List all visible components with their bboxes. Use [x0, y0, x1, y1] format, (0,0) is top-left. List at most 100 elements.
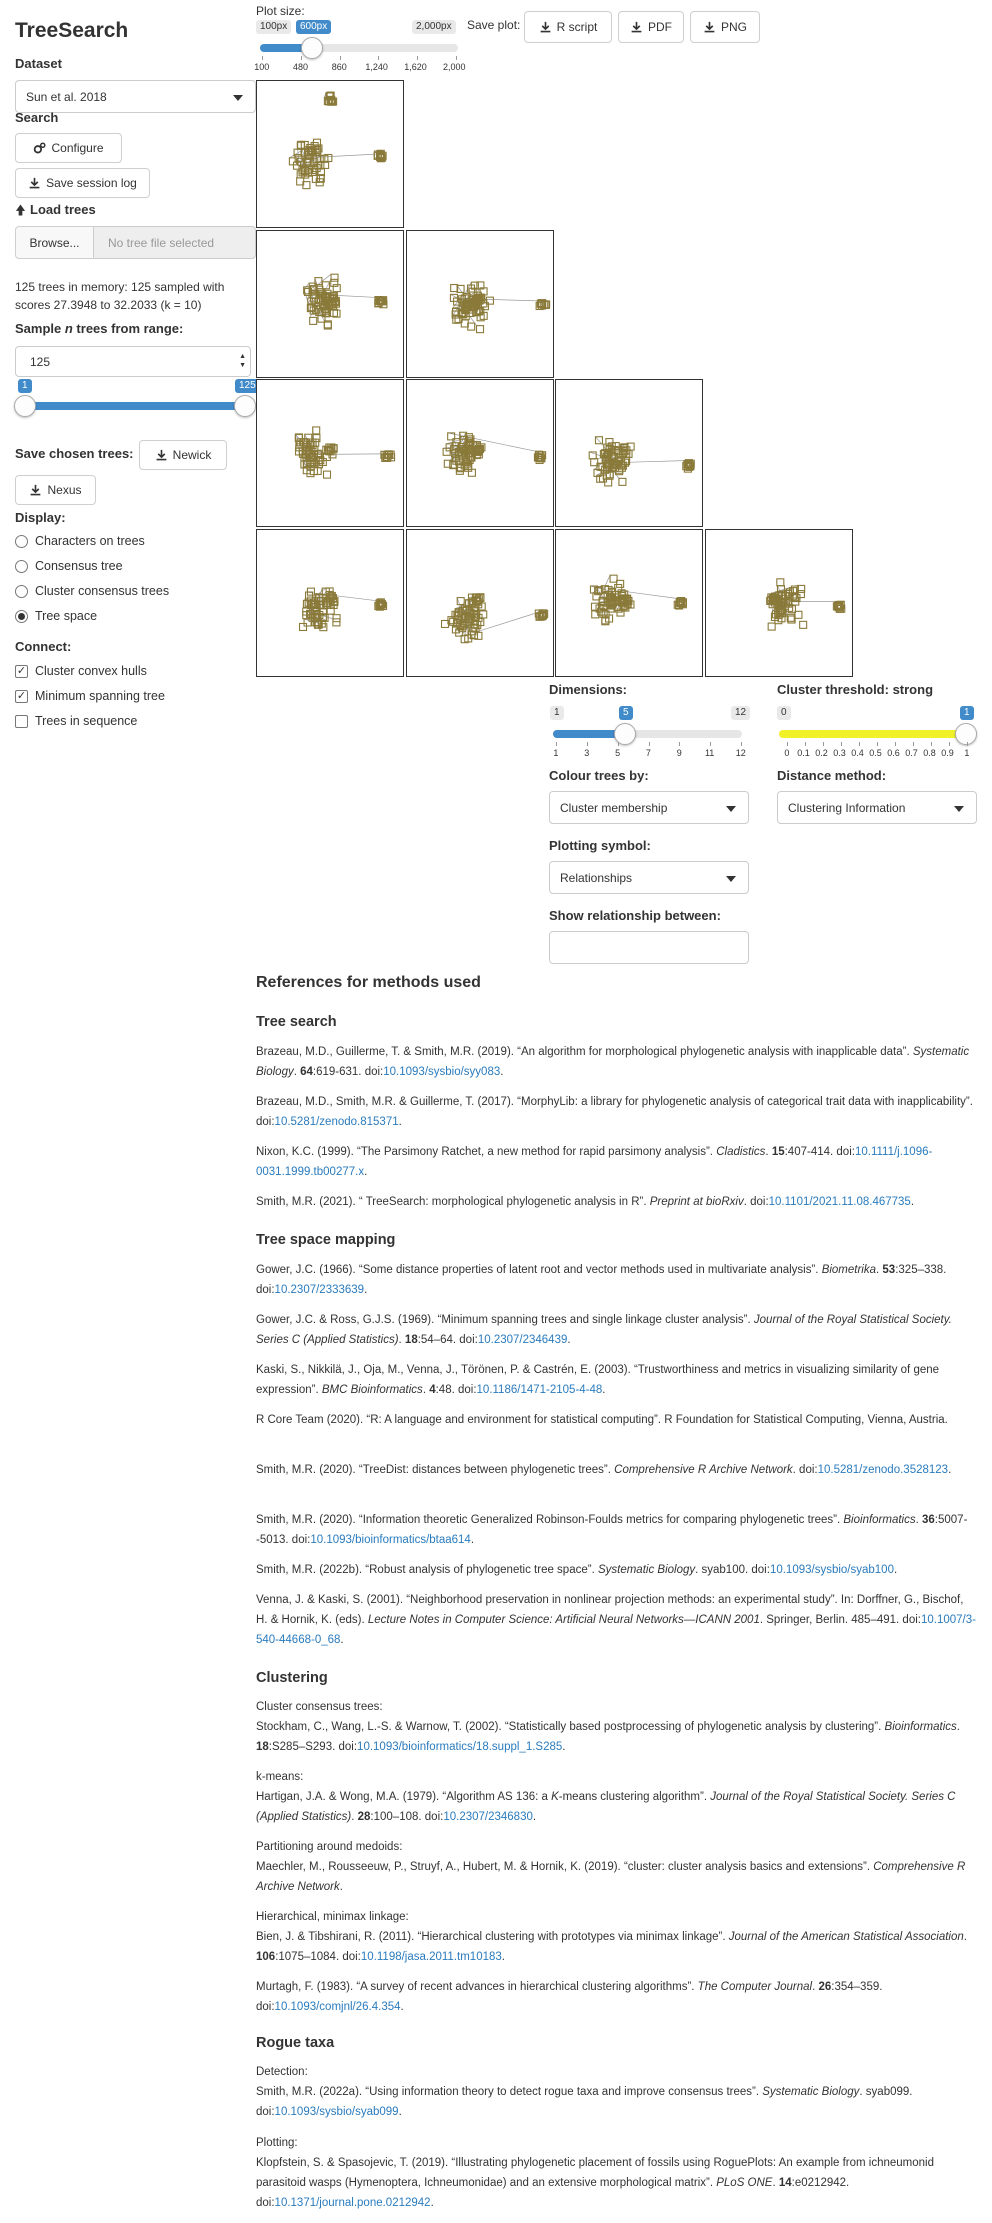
dataset-select[interactable]: Sun et al. 2018 [15, 80, 256, 113]
threshold-value-badge: 1 [960, 706, 974, 720]
threshold-fill[interactable] [779, 730, 969, 738]
connect-option-mst[interactable]: ✓ Minimum spanning tree [15, 689, 165, 703]
slider-tick-mark [823, 742, 824, 746]
load-trees-label: Load trees [30, 202, 96, 217]
tree-space-panel [555, 528, 703, 677]
slider-tick-label: 0.4 [851, 748, 864, 758]
chevron-down-icon [726, 875, 736, 882]
relationship-input[interactable] [549, 931, 749, 964]
memory-status: 125 trees in memory: 125 sampled with sc… [15, 280, 225, 312]
doi-link[interactable]: 10.1101/2021.11.08.467735 [769, 1196, 911, 1208]
browse-button[interactable]: Browse... [15, 226, 94, 259]
doi-link[interactable]: 10.2307/2346830 [443, 1811, 533, 1823]
app-title: TreeSearch [15, 19, 129, 42]
connect-option-hulls[interactable]: ✓ Cluster convex hulls [15, 664, 147, 678]
distance-method-select[interactable]: Clustering Information [777, 791, 977, 824]
reference-group: Cluster consensus trees: Stockham, C., W… [256, 1697, 976, 1757]
slider-tick-mark [339, 56, 341, 60]
doi-link[interactable]: 10.1093/bioinformatics/btaa614 [310, 1534, 470, 1546]
threshold-min-badge: 0 [777, 706, 791, 720]
slider-tick-label: 0.5 [869, 748, 882, 758]
display-option-label: Consensus tree [35, 559, 123, 573]
tree-search-heading: Tree search [256, 1014, 337, 1030]
slider-tick-label: 3 [584, 748, 590, 758]
slider-tick-mark [300, 56, 302, 60]
doi-link[interactable]: 10.1093/bioinformatics/18.suppl_1.S285 [357, 1741, 562, 1753]
slider-tick-label: 860 [331, 62, 347, 72]
doi-link[interactable]: 10.2307/2346439 [478, 1334, 568, 1346]
tree-point [332, 617, 341, 626]
connect-option-sequence[interactable]: Trees in sequence [15, 714, 137, 728]
png-button[interactable]: PNG [690, 11, 760, 43]
r-script-button[interactable]: R script [524, 11, 612, 43]
tree-point [798, 620, 807, 629]
slider-tick-label: 0.8 [923, 748, 936, 758]
doi-link[interactable]: 10.1093/sysbio/syab100 [770, 1564, 894, 1576]
connect-option-label: Trees in sequence [35, 714, 138, 728]
spinner-arrows-icon[interactable]: ▲ ▼ [239, 352, 246, 370]
tree-space-panel [555, 379, 703, 527]
chevron-down-icon [233, 94, 243, 101]
slider-tick-label: 0.9 [941, 748, 954, 758]
doi-link[interactable]: 10.1186/1471-2105-4-48 [477, 1384, 603, 1396]
slider-tick-label: 2,000 [443, 62, 466, 72]
newick-button[interactable]: Newick [139, 440, 227, 470]
slider-tick-label: 0.7 [905, 748, 918, 758]
doi-link[interactable]: 10.1093/sysbio/syy083 [383, 1066, 500, 1078]
slider-tick-mark [262, 56, 263, 60]
doi-link[interactable]: 10.1093/sysbio/syab099 [275, 2106, 399, 2118]
slider-tick-mark [877, 742, 878, 746]
plot-size-label: Plot size: [256, 4, 305, 18]
tree-space-panel [256, 229, 404, 378]
slider-tick-mark [895, 742, 896, 746]
pdf-button[interactable]: PDF [618, 11, 684, 43]
plotting-symbol-select[interactable]: Relationships [549, 861, 749, 894]
doi-link[interactable]: 10.2307/2333639 [275, 1284, 365, 1296]
clustering-heading: Clustering [256, 1670, 328, 1686]
references-title: References for methods used [256, 974, 481, 991]
slider-tick-mark [841, 742, 842, 746]
file-name-field[interactable]: No tree file selected [93, 226, 256, 259]
threshold-handle[interactable] [955, 723, 977, 745]
range-max-handle[interactable] [234, 395, 256, 417]
colour-by-value: Cluster membership [560, 800, 668, 815]
reference-item: Kaski, S., Nikkilä, J., Oja, M., Venna, … [256, 1364, 940, 1396]
display-option-tree-space[interactable]: Tree space [15, 609, 97, 623]
download-icon [631, 21, 642, 32]
display-option-label: Tree space [35, 609, 98, 623]
tree-space-panel [405, 379, 554, 527]
tree-point [330, 273, 339, 282]
doi-link[interactable]: 10.1111/j.1096-0031.1999.tb00277.x [256, 1146, 932, 1178]
display-option-characters[interactable]: Characters on trees [15, 534, 145, 548]
nexus-button[interactable]: Nexus [15, 475, 96, 505]
cogs-icon [34, 141, 46, 153]
tree-point [309, 316, 318, 325]
slider-tick-label: 0.6 [887, 748, 900, 758]
range-min-badge: 1 [18, 379, 32, 393]
display-option-consensus[interactable]: Consensus tree [15, 559, 123, 573]
tree-space-panel [704, 528, 853, 677]
checkbox-checked-icon: ✓ [15, 664, 28, 678]
sample-label-n: n [64, 321, 73, 336]
doi-link[interactable]: 10.1198/jasa.2011.tm10183 [361, 1951, 502, 1963]
doi-link[interactable]: 10.5281/zenodo.3528123 [818, 1464, 948, 1476]
reference-group: Partitioning around medoids: Maechler, M… [256, 1837, 976, 1897]
sample-count-input[interactable]: 125 ▲ ▼ [15, 346, 251, 377]
colour-by-select[interactable]: Cluster membership [549, 791, 749, 824]
connect-label: Connect: [15, 639, 72, 654]
tree-point [321, 280, 330, 289]
tree-point [298, 622, 308, 631]
display-option-cluster-consensus[interactable]: Cluster consensus trees [15, 584, 169, 598]
dimensions-label: Dimensions: [549, 682, 628, 697]
save-session-button[interactable]: Save session log [15, 168, 150, 198]
configure-button[interactable]: Configure [15, 133, 122, 163]
plot-size-handle[interactable] [301, 37, 323, 59]
colour-by-label: Colour trees by: [549, 768, 649, 783]
range-min-handle[interactable] [14, 395, 36, 417]
doi-link[interactable]: 10.1371/journal.pone.0212942 [275, 2197, 431, 2209]
plotting-symbol-value: Relationships [560, 870, 633, 885]
slider-tick-mark [949, 742, 950, 746]
download-icon [156, 449, 167, 460]
doi-link[interactable]: 10.5281/zenodo.815371 [275, 1116, 399, 1128]
doi-link[interactable]: 10.1093/comjnl/26.4.354 [275, 2001, 401, 2013]
